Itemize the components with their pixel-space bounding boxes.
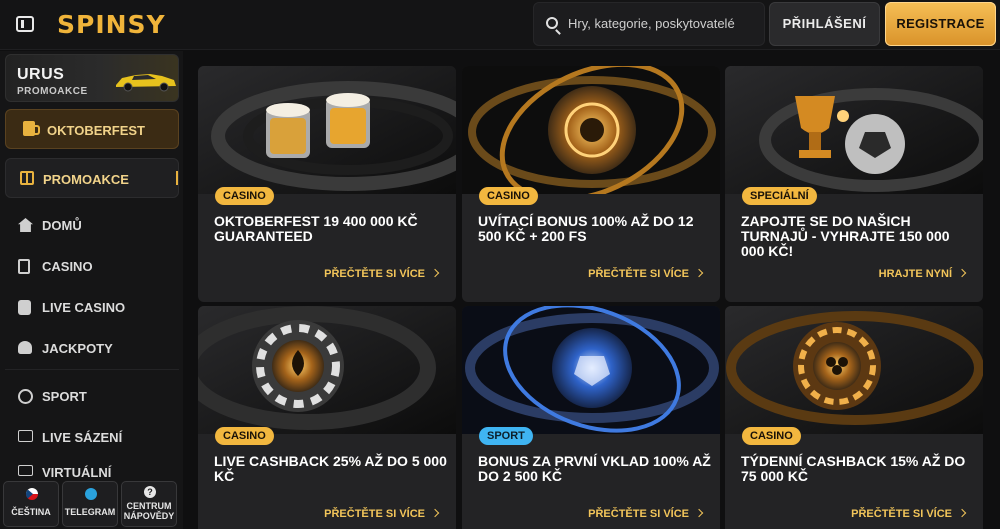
sidebar: URUS PROMOAKCE OKTOBERFEST PROMOAKCE DOM… <box>0 51 183 529</box>
promo-card-live-cashback[interactable]: CASINO LIVE CASHBACK 25% AŽ DO 5 000 KČ … <box>198 306 456 529</box>
slot-icon <box>18 259 30 274</box>
chevron-right-icon <box>430 268 440 278</box>
promo-banner-urus[interactable]: URUS PROMOAKCE <box>5 54 179 102</box>
promo-card-title: ZAPOJTE SE DO NAŠICH TURNAJŮ - VYHRAJTE … <box>741 213 950 259</box>
language-label: ČEŠTINA <box>11 507 51 517</box>
promo-card-welcome-bonus[interactable]: CASINO UVÍTACÍ BONUS 100% AŽ DO 12 500 K… <box>462 66 720 302</box>
gift-icon <box>20 171 34 185</box>
play-now-link[interactable]: HRAJTE NYNÍ <box>878 268 967 280</box>
home-icon <box>18 218 33 232</box>
promo-card-title: OKTOBERFEST 19 400 000 KČ GUARANTEED <box>214 213 418 244</box>
czech-flag-icon <box>26 488 38 500</box>
read-more-link[interactable]: PŘEČTĚTE SI VÍCE <box>324 268 440 280</box>
language-button[interactable]: ČEŠTINA <box>3 481 59 527</box>
category-badge: SPORT <box>479 427 533 445</box>
chevron-right-icon <box>957 508 967 518</box>
chevron-right-icon <box>694 508 704 518</box>
soccer-ball-icon <box>18 389 33 404</box>
help-center-label: CENTRUM NÁPOVĚDY <box>123 501 175 521</box>
promo-card-tournaments[interactable]: SPECIÁLNÍ ZAPOJTE SE DO NAŠICH TURNAJŮ -… <box>725 66 983 302</box>
category-badge: CASINO <box>742 427 801 445</box>
sidebar-item-oktoberfest[interactable]: OKTOBERFEST <box>5 109 179 149</box>
chevron-right-icon <box>694 268 704 278</box>
sidebar-item-live-casino[interactable]: LIVE CASINO <box>5 291 179 323</box>
live-casino-icon <box>18 300 31 315</box>
login-button[interactable]: PŘIHLÁŠENÍ <box>769 2 880 46</box>
help-icon: ? <box>144 486 156 498</box>
category-badge: SPECIÁLNÍ <box>742 187 817 205</box>
telegram-button[interactable]: TELEGRAM <box>62 481 118 527</box>
promo-card-sport-bonus[interactable]: SPORT BONUS ZA PRVNÍ VKLAD 100% AŽ DO 2 … <box>462 306 720 529</box>
live-bet-icon <box>18 430 33 442</box>
sidebar-item-label: JACKPOTY <box>42 341 113 356</box>
sidebar-item-label: PROMOAKCE <box>43 172 129 187</box>
help-center-button[interactable]: ? CENTRUM NÁPOVĚDY <box>121 481 177 527</box>
promo-banner-subtitle: PROMOAKCE <box>17 86 88 97</box>
promo-card-oktoberfest[interactable]: CASINO OKTOBERFEST 19 400 000 KČ GUARANT… <box>198 66 456 302</box>
category-badge: CASINO <box>479 187 538 205</box>
clover-icon <box>18 341 32 354</box>
promo-card-image <box>462 306 720 434</box>
promo-card-title: BONUS ZA PRVNÍ VKLAD 100% AŽ DO 2 500 KČ <box>478 453 711 484</box>
search-icon <box>546 17 558 29</box>
sidebar-item-live-betting[interactable]: LIVE SÁZENÍ <box>5 421 179 453</box>
promo-card-title: UVÍTACÍ BONUS 100% AŽ DO 12 500 KČ + 200… <box>478 213 694 244</box>
read-more-label: PŘEČTĚTE SI VÍCE <box>324 508 425 520</box>
promo-card-image <box>198 306 456 434</box>
active-indicator <box>176 171 178 185</box>
promo-banner-title: URUS <box>17 66 65 83</box>
search-input[interactable] <box>568 16 758 31</box>
read-more-link[interactable]: PŘEČTĚTE SI VÍCE <box>851 508 967 520</box>
read-more-label: PŘEČTĚTE SI VÍCE <box>588 268 689 280</box>
sidebar-item-home[interactable]: DOMŮ <box>5 209 179 241</box>
read-more-link[interactable]: PŘEČTĚTE SI VÍCE <box>588 508 704 520</box>
promo-card-title: TÝDENNÍ CASHBACK 15% AŽ DO 75 000 KČ <box>741 453 966 484</box>
promo-card-image <box>725 306 983 434</box>
read-more-label: PŘEČTĚTE SI VÍCE <box>851 508 952 520</box>
chevron-right-icon <box>957 268 967 278</box>
sidebar-item-casino[interactable]: CASINO <box>5 250 179 282</box>
sidebar-item-label: LIVE CASINO <box>42 300 126 315</box>
read-more-label: PŘEČTĚTE SI VÍCE <box>324 268 425 280</box>
chevron-right-icon <box>430 508 440 518</box>
promo-card-image <box>725 66 983 194</box>
sidebar-item-label: SPORT <box>42 389 87 404</box>
read-more-label: PŘEČTĚTE SI VÍCE <box>588 508 689 520</box>
promo-card-image <box>462 66 720 194</box>
logo[interactable]: SPINSY <box>57 10 166 39</box>
beer-mug-icon <box>23 121 40 136</box>
sidebar-item-label: CASINO <box>42 259 93 274</box>
sidebar-item-jackpots[interactable]: JACKPOTY <box>5 332 179 364</box>
category-badge: CASINO <box>215 427 274 445</box>
sidebar-toggle-icon[interactable] <box>16 16 34 32</box>
sidebar-item-sport[interactable]: SPORT <box>5 380 179 412</box>
register-button[interactable]: REGISTRACE <box>885 2 996 46</box>
sidebar-item-label: DOMŮ <box>42 218 82 233</box>
category-badge: CASINO <box>215 187 274 205</box>
search-box[interactable] <box>533 2 765 46</box>
telegram-label: TELEGRAM <box>64 507 116 517</box>
virtual-icon <box>18 465 33 476</box>
top-bar: SPINSY PŘIHLÁŠENÍ REGISTRACE <box>0 0 1000 50</box>
promo-card-image <box>198 66 456 194</box>
telegram-icon <box>85 488 97 500</box>
sidebar-item-label: OKTOBERFEST <box>47 123 145 138</box>
read-more-link[interactable]: PŘEČTĚTE SI VÍCE <box>324 508 440 520</box>
car-image <box>116 74 176 92</box>
divider <box>5 369 179 370</box>
sidebar-item-promoakce[interactable]: PROMOAKCE <box>5 158 179 198</box>
sidebar-item-label: LIVE SÁZENÍ <box>42 430 123 445</box>
sidebar-item-label: VIRTUÁLNÍ <box>42 465 112 480</box>
promo-card-title: LIVE CASHBACK 25% AŽ DO 5 000 KČ <box>214 453 447 484</box>
read-more-link[interactable]: PŘEČTĚTE SI VÍCE <box>588 268 704 280</box>
play-now-label: HRAJTE NYNÍ <box>878 268 952 280</box>
promo-card-weekly-cashback[interactable]: CASINO TÝDENNÍ CASHBACK 15% AŽ DO 75 000… <box>725 306 983 529</box>
